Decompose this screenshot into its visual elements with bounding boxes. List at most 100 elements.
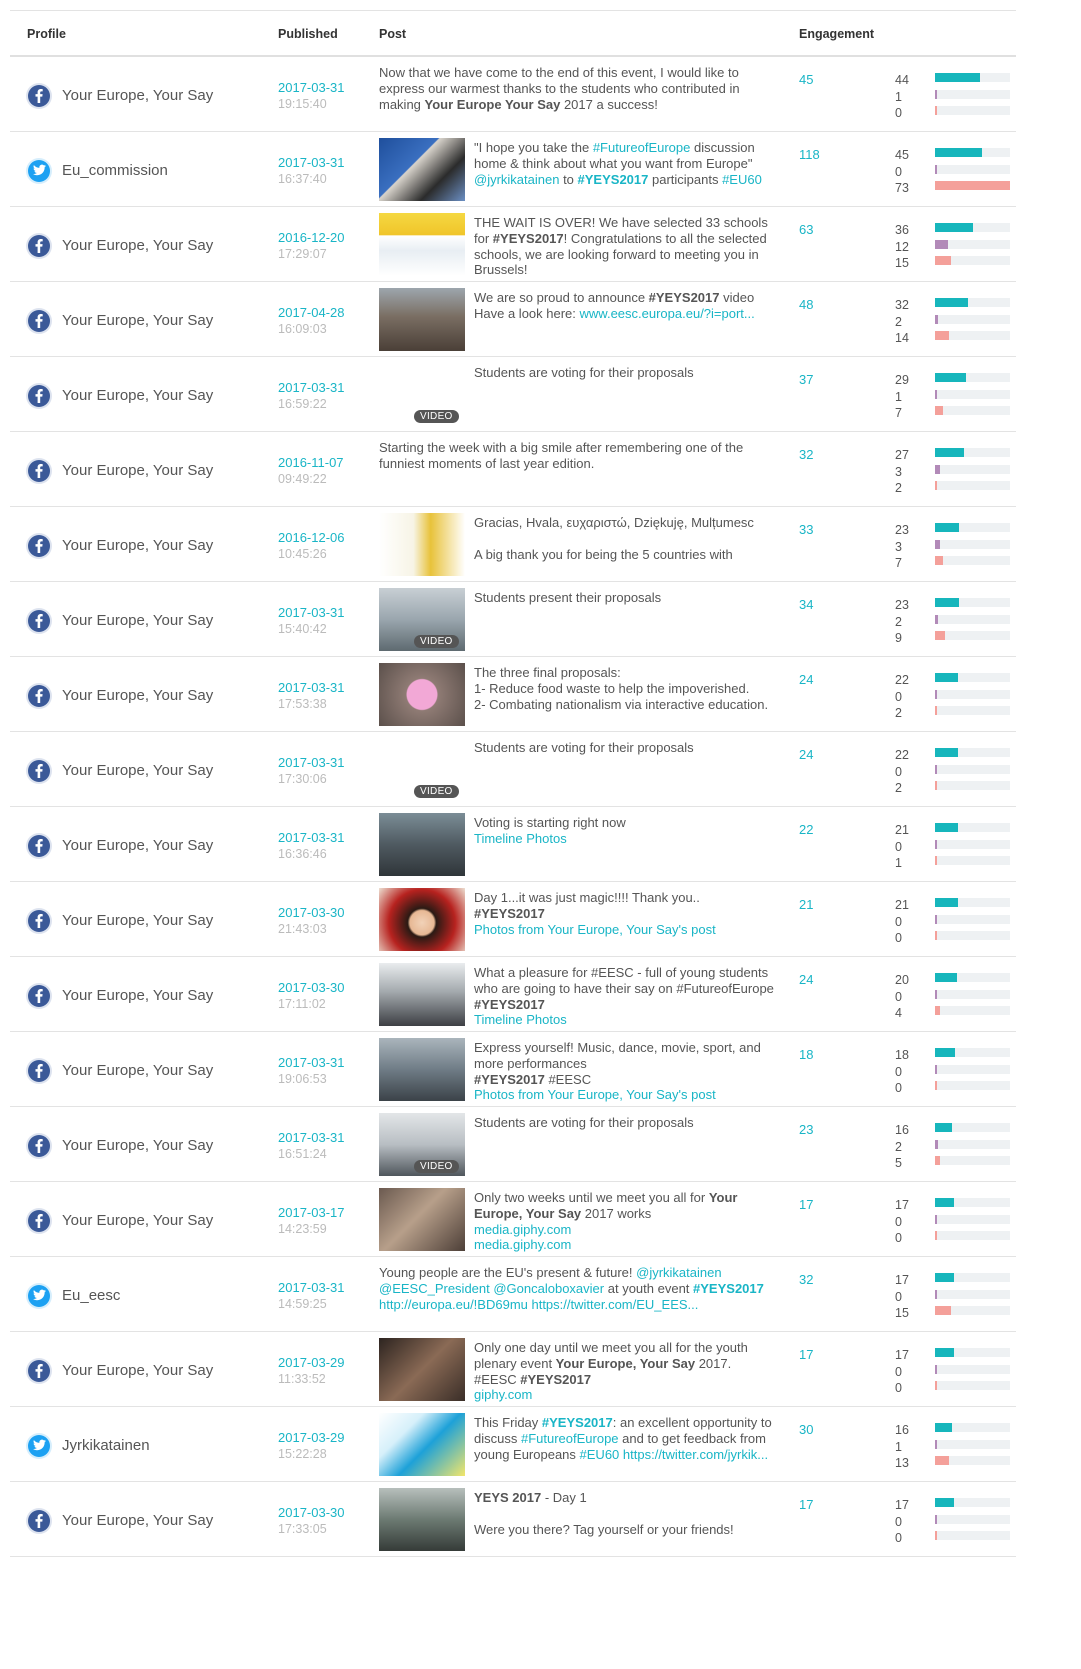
profile-name[interactable]: Your Europe, Your Say [62, 87, 213, 104]
profile-name[interactable]: Eu_eesc [62, 1287, 120, 1304]
post-text[interactable]: Day 1...it was just magic!!!! Thank you.… [474, 890, 774, 954]
table-row[interactable]: Your Europe, Your Say 2017-03-30 17:11:02 W… [10, 957, 1016, 1032]
published-date[interactable]: 2017-03-29 [278, 1430, 345, 1446]
post-thumbnail[interactable] [379, 1038, 465, 1101]
post-text[interactable]: Now that we have come to the end of this… [379, 65, 774, 129]
post-thumbnail[interactable] [379, 963, 465, 1026]
published-date[interactable]: 2017-03-31 [278, 380, 345, 396]
table-row[interactable]: Your Europe, Your Say 2017-03-31 16:36:46 V… [10, 807, 1016, 882]
post-text[interactable]: What a pleasure for #EESC - full of youn… [474, 965, 774, 1029]
post-text[interactable]: Students are voting for their proposals [474, 740, 774, 804]
post-text[interactable]: Only two weeks until we meet you all for… [474, 1190, 774, 1254]
profile-name[interactable]: Your Europe, Your Say [62, 537, 213, 554]
published-date[interactable]: 2016-11-07 [278, 455, 344, 471]
table-row[interactable]: Your Europe, Your Say 2017-03-17 14:23:59 O… [10, 1182, 1016, 1257]
post-thumbnail[interactable] [379, 888, 465, 951]
table-row[interactable]: Your Europe, Your Say 2017-03-30 17:33:05 Y… [10, 1482, 1016, 1557]
published-date[interactable]: 2017-03-31 [278, 1055, 345, 1071]
engagement-total[interactable]: 24 [799, 672, 813, 687]
post-thumbnail[interactable] [379, 213, 465, 276]
published-date[interactable]: 2016-12-20 [278, 230, 345, 246]
published-date[interactable]: 2017-03-31 [278, 680, 345, 696]
post-text[interactable]: Starting the week with a big smile after… [379, 440, 774, 504]
post-text[interactable]: Young people are the EU's present & futu… [379, 1265, 774, 1329]
engagement-total[interactable]: 17 [799, 1497, 813, 1512]
table-row[interactable]: Eu_commission 2017-03-31 16:37:40 "I hope y… [10, 132, 1016, 207]
post-thumbnail[interactable] [379, 513, 465, 576]
post-text[interactable]: Students are voting for their proposals [474, 365, 774, 429]
engagement-total[interactable]: 24 [799, 972, 813, 987]
post-thumbnail[interactable] [379, 1413, 465, 1476]
table-row[interactable]: Your Europe, Your Say 2016-11-07 09:49:22 S… [10, 432, 1016, 507]
post-thumbnail[interactable] [379, 1188, 465, 1251]
engagement-total[interactable]: 32 [799, 1272, 813, 1287]
published-date[interactable]: 2017-03-31 [278, 155, 345, 171]
profile-name[interactable]: Eu_commission [62, 162, 168, 179]
profile-name[interactable]: Your Europe, Your Say [62, 987, 213, 1004]
engagement-total[interactable]: 32 [799, 447, 813, 462]
engagement-total[interactable]: 21 [799, 897, 813, 912]
post-thumbnail[interactable] [379, 288, 465, 351]
profile-name[interactable]: Your Europe, Your Say [62, 837, 213, 854]
profile-name[interactable]: Your Europe, Your Say [62, 612, 213, 629]
table-row[interactable]: Your Europe, Your Say 2017-03-29 11:33:52 O… [10, 1332, 1016, 1407]
post-text[interactable]: Only one day until we meet you all for t… [474, 1340, 774, 1404]
profile-name[interactable]: Your Europe, Your Say [62, 1137, 213, 1154]
table-row[interactable]: Eu_eesc 2017-03-31 14:59:25 Young people ar… [10, 1257, 1016, 1332]
header-engagement[interactable]: Engagement [799, 27, 874, 41]
profile-name[interactable]: Your Europe, Your Say [62, 237, 213, 254]
published-date[interactable]: 2017-03-29 [278, 1355, 345, 1371]
engagement-total[interactable]: 24 [799, 747, 813, 762]
engagement-total[interactable]: 17 [799, 1197, 813, 1212]
engagement-total[interactable]: 30 [799, 1422, 813, 1437]
post-text[interactable]: YEYS 2017 - Day 1 Were you there? Tag you… [474, 1490, 774, 1554]
profile-name[interactable]: Your Europe, Your Say [62, 912, 213, 929]
published-date[interactable]: 2017-03-31 [278, 80, 345, 96]
post-text[interactable]: Students present their proposals [474, 590, 774, 654]
table-row[interactable]: Your Europe, Your Say 2017-03-31 16:59:22 V… [10, 357, 1016, 432]
table-row[interactable]: Your Europe, Your Say 2017-03-31 17:53:38 T… [10, 657, 1016, 732]
published-date[interactable]: 2017-03-30 [278, 1505, 345, 1521]
table-row[interactable]: Your Europe, Your Say 2017-03-31 16:51:24 V… [10, 1107, 1016, 1182]
published-date[interactable]: 2017-03-31 [278, 605, 345, 621]
published-date[interactable]: 2017-03-31 [278, 1280, 345, 1296]
engagement-total[interactable]: 22 [799, 822, 813, 837]
published-date[interactable]: 2017-03-31 [278, 830, 345, 846]
table-row[interactable]: Your Europe, Your Say 2017-03-31 15:40:42 V… [10, 582, 1016, 657]
published-date[interactable]: 2017-03-31 [278, 1130, 345, 1146]
profile-name[interactable]: Your Europe, Your Say [62, 387, 213, 404]
post-text[interactable]: Gracias, Hvala, ευχαριστώ, Dziękuję, Mul… [474, 515, 774, 579]
post-thumbnail[interactable] [379, 813, 465, 876]
published-date[interactable]: 2017-03-30 [278, 980, 345, 996]
table-row[interactable]: Your Europe, Your Say 2017-04-28 16:09:03 W… [10, 282, 1016, 357]
engagement-total[interactable]: 34 [799, 597, 813, 612]
engagement-total[interactable]: 17 [799, 1347, 813, 1362]
profile-name[interactable]: Jyrkikatainen [62, 1437, 150, 1454]
post-thumbnail[interactable] [379, 1488, 465, 1551]
profile-name[interactable]: Your Europe, Your Say [62, 762, 213, 779]
header-post[interactable]: Post [379, 27, 406, 41]
engagement-total[interactable]: 45 [799, 72, 813, 87]
post-thumbnail[interactable] [379, 1338, 465, 1401]
engagement-total[interactable]: 63 [799, 222, 813, 237]
profile-name[interactable]: Your Europe, Your Say [62, 312, 213, 329]
engagement-total[interactable]: 23 [799, 1122, 813, 1137]
profile-name[interactable]: Your Europe, Your Say [62, 1062, 213, 1079]
table-row[interactable]: Your Europe, Your Say 2017-03-30 21:43:03 D… [10, 882, 1016, 957]
header-profile[interactable]: Profile [27, 27, 66, 41]
post-text[interactable]: "I hope you take the #FutureofEurope dis… [474, 140, 774, 204]
published-date[interactable]: 2017-03-31 [278, 755, 345, 771]
table-row[interactable]: Your Europe, Your Say 2016-12-20 17:29:07 T… [10, 207, 1016, 282]
published-date[interactable]: 2017-04-28 [278, 305, 345, 321]
post-text[interactable]: Students are voting for their proposals [474, 1115, 774, 1179]
engagement-total[interactable]: 37 [799, 372, 813, 387]
published-date[interactable]: 2017-03-17 [278, 1205, 345, 1221]
engagement-total[interactable]: 118 [799, 147, 820, 162]
post-text[interactable]: Express yourself! Music, dance, movie, s… [474, 1040, 774, 1104]
post-text[interactable]: The three final proposals: 1- Reduce food… [474, 665, 774, 729]
post-thumbnail[interactable] [379, 663, 465, 726]
post-thumbnail[interactable] [379, 138, 465, 201]
profile-name[interactable]: Your Europe, Your Say [62, 1512, 213, 1529]
published-date[interactable]: 2016-12-06 [278, 530, 345, 546]
post-text[interactable]: THE WAIT IS OVER! We have selected 33 sc… [474, 215, 774, 279]
